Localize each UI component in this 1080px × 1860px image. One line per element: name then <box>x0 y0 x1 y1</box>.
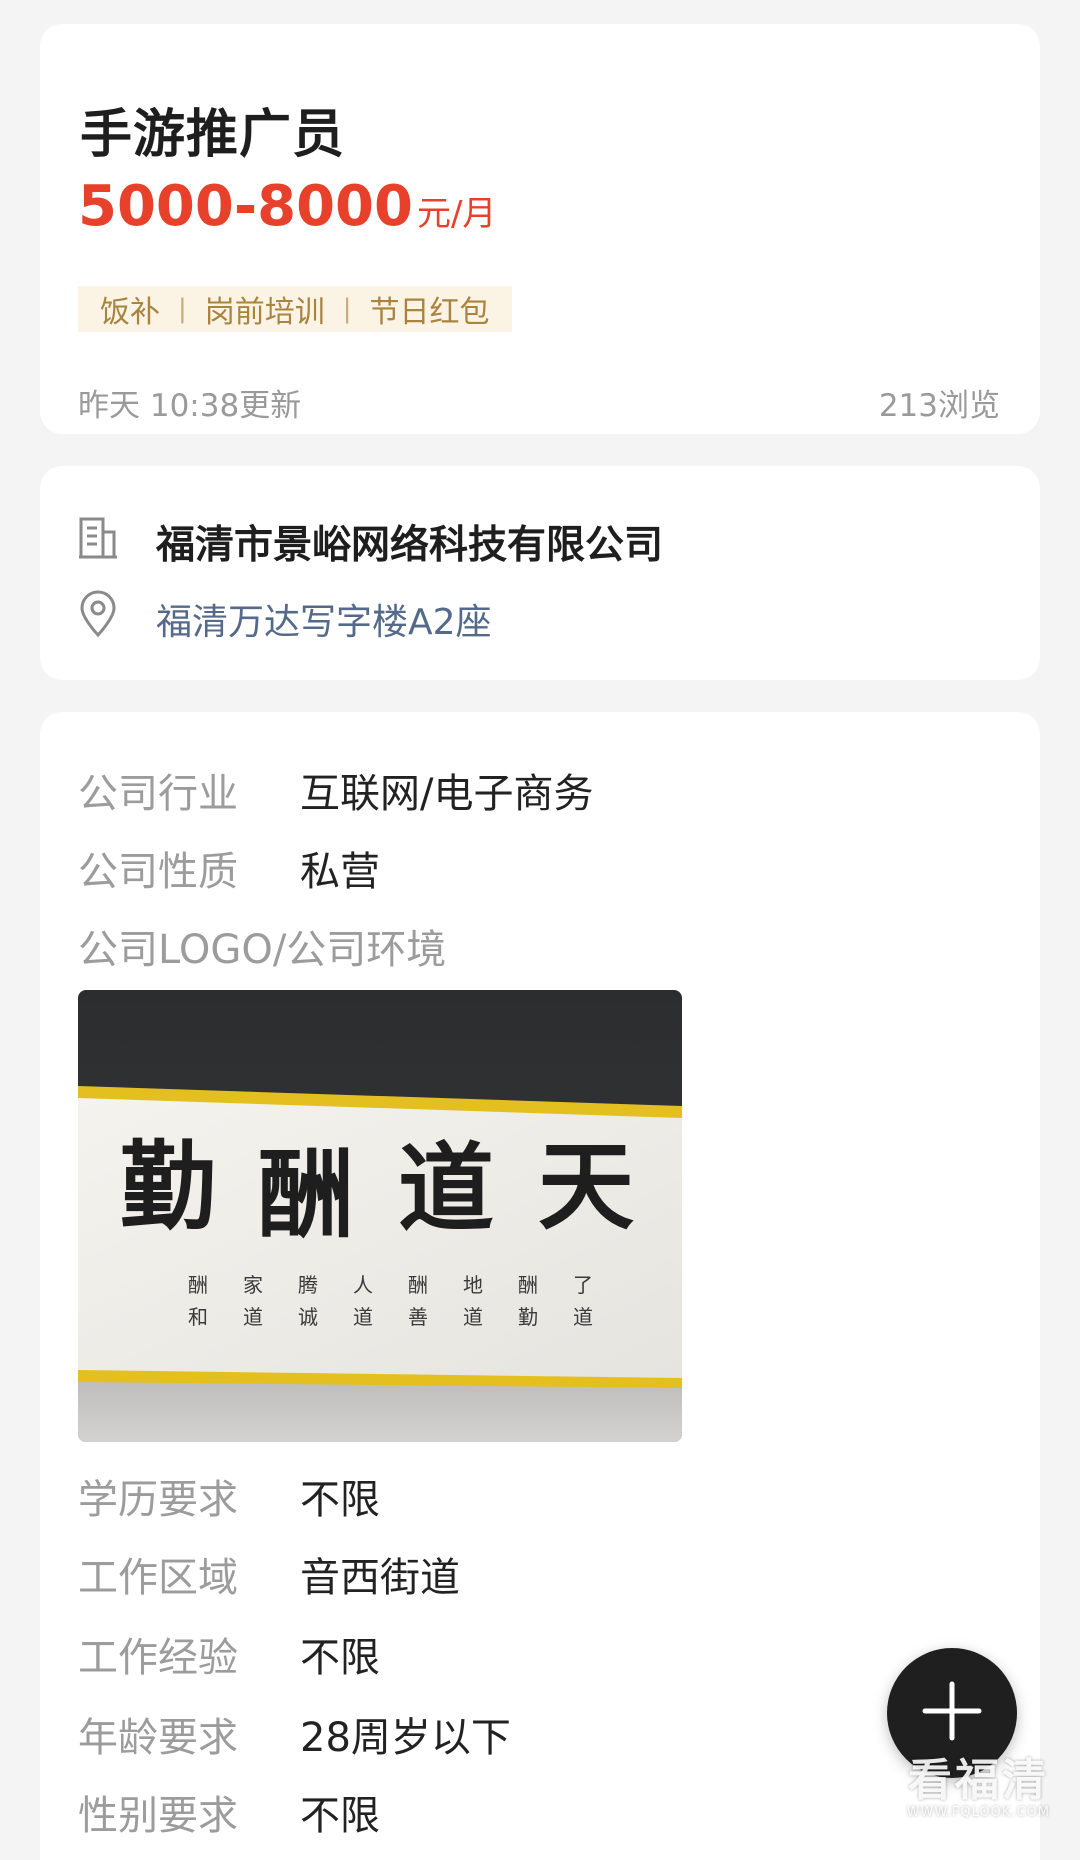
plus-icon <box>921 1680 983 1746</box>
update-time: 昨天 10:38更新 <box>78 388 302 424</box>
salary: 5000-8000 元/月 <box>78 174 496 239</box>
calligraphy-char: 道 <box>398 1132 494 1245</box>
calligraphy-small-char: 道 <box>353 1305 373 1329</box>
calligraphy-small-char: 地 <box>463 1273 483 1297</box>
benefit-tag: 饭补 <box>100 295 160 330</box>
salary-range: 5000-8000 <box>78 174 413 239</box>
calligraphy-small-char: 了 <box>573 1273 593 1297</box>
watermark-logo: 看福清 WWW.FQLOOK.COM <box>906 1755 1050 1821</box>
tag-separator: | <box>342 294 352 324</box>
tag-separator: | <box>178 294 187 324</box>
detail-label: 工作经验 <box>78 1635 238 1681</box>
detail-row-nature: 公司性质 私营 <box>78 844 380 900</box>
calligraphy-small-char: 道 <box>243 1305 263 1329</box>
job-summary-card: 手游推广员 5000-8000 元/月 饭补 | 岗前培训 | 节日红包 昨天 1… <box>40 24 1040 434</box>
salary-unit: 元/月 <box>416 194 497 234</box>
watermark-text: 看福清 <box>907 1755 1049 1806</box>
detail-label: 公司性质 <box>78 849 238 895</box>
calligraphy-small-char: 善 <box>408 1305 428 1329</box>
logo-environment-label: 公司LOGO/公司环境 <box>78 927 447 973</box>
calligraphy-char: 天 <box>538 1130 634 1243</box>
calligraphy-small-char: 酬 <box>408 1273 428 1297</box>
detail-value: 私营 <box>300 849 380 895</box>
detail-row-experience: 工作经验 不限 <box>78 1630 380 1686</box>
detail-label: 年龄要求 <box>78 1715 238 1761</box>
detail-value: 音西街道 <box>300 1555 460 1601</box>
company-card: 福清市景峪网络科技有限公司 福清万达写字楼A2座 <box>40 466 1040 680</box>
calligraphy-small-char: 诚 <box>298 1305 318 1329</box>
calligraphy-small-char: 家 <box>243 1273 263 1297</box>
detail-label: 性别要求 <box>78 1793 238 1839</box>
calligraphy-small-char: 人 <box>353 1273 373 1297</box>
detail-value: 不限 <box>300 1793 380 1839</box>
benefit-tag: 节日红包 <box>369 295 490 330</box>
company-address[interactable]: 福清万达写字楼A2座 <box>156 593 492 645</box>
detail-value: 28周岁以下 <box>300 1715 511 1761</box>
detail-label: 学历要求 <box>78 1477 238 1523</box>
calligraphy-small-char: 腾 <box>298 1273 318 1297</box>
calligraphy-char: 酬 <box>258 1138 354 1251</box>
detail-row-gender: 性别要求 不限 <box>78 1788 380 1844</box>
calligraphy-small-char: 勤 <box>518 1305 538 1329</box>
detail-label: 公司行业 <box>78 771 238 817</box>
calligraphy-small-char: 道 <box>573 1305 593 1329</box>
benefit-tags: 饭补 | 岗前培训 | 节日红包 <box>78 286 512 332</box>
detail-value: 不限 <box>300 1635 380 1681</box>
company-environment-photo[interactable]: 勤 酬 道 天 酬 家 腾 人 酬 地 酬 了 和 道 诚 道 善 道 勤 道 <box>78 990 682 1442</box>
detail-row-area: 工作区域 音西街道 <box>78 1550 460 1606</box>
detail-value: 互联网/电子商务 <box>300 771 594 817</box>
company-name[interactable]: 福清市景峪网络科技有限公司 <box>156 514 663 570</box>
detail-row-age: 年龄要求 28周岁以下 <box>78 1710 511 1766</box>
job-detail-card: 公司行业 互联网/电子商务 公司性质 私营 公司LOGO/公司环境 勤 酬 道 … <box>40 712 1040 1860</box>
detail-row-education: 学历要求 不限 <box>78 1472 380 1528</box>
calligraphy-small-char: 道 <box>463 1305 483 1329</box>
watermark-url: WWW.FQLOOK.COM <box>906 1805 1050 1820</box>
job-title: 手游推广员 <box>80 105 346 165</box>
view-count: 213浏览 <box>878 388 1000 424</box>
calligraphy-small-char: 和 <box>188 1305 208 1329</box>
calligraphy-small-char: 酬 <box>188 1273 208 1297</box>
building-icon <box>78 516 118 564</box>
detail-value: 不限 <box>300 1477 380 1523</box>
detail-row-industry: 公司行业 互联网/电子商务 <box>78 766 593 822</box>
calligraphy-small-char: 酬 <box>518 1273 538 1297</box>
detail-label: 工作区域 <box>78 1555 238 1601</box>
location-pin-icon <box>78 590 118 642</box>
benefit-tag: 岗前培训 <box>204 295 325 330</box>
calligraphy-char: 勤 <box>120 1130 216 1243</box>
